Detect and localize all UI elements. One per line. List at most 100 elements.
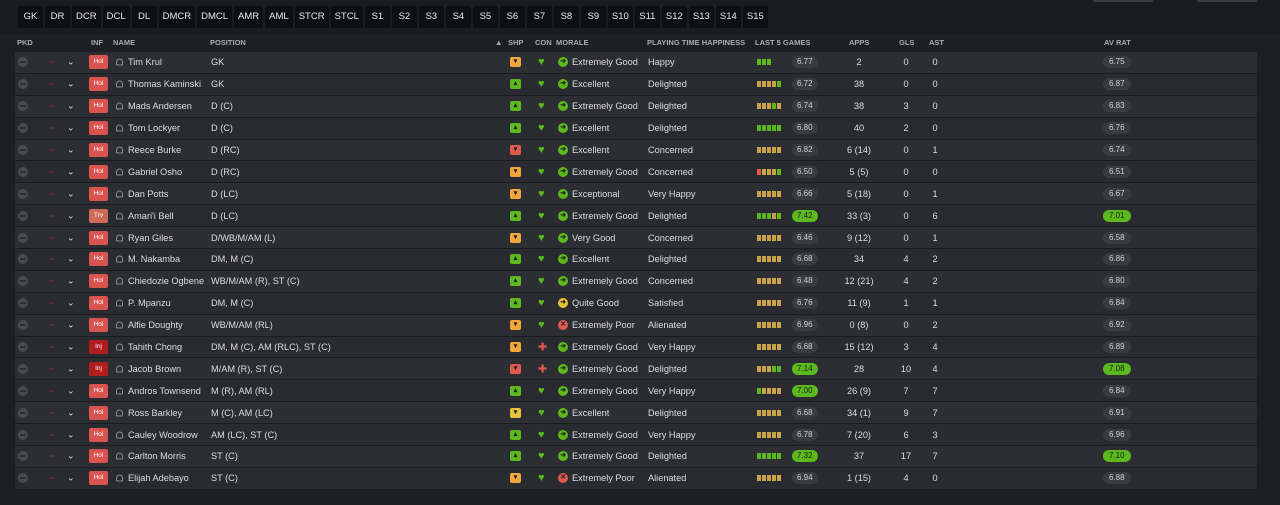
chevron-down-icon[interactable]: ⌄ — [67, 166, 75, 177]
chevron-down-icon[interactable]: ⌄ — [67, 473, 75, 484]
player-name[interactable]: Cauley Woodrow — [128, 430, 198, 440]
status-badge[interactable]: Hol — [89, 318, 108, 333]
chevron-down-icon[interactable]: ⌄ — [67, 320, 75, 331]
chevron-down-icon[interactable]: ⌄ — [67, 79, 75, 90]
penalty-taker-toggle-icon[interactable] — [18, 188, 28, 199]
position-filter-button[interactable]: STCL — [330, 6, 363, 28]
status-badge[interactable]: Hol — [89, 296, 108, 311]
position-filter-button[interactable]: S2 — [391, 6, 417, 28]
table-row[interactable]: ⌄ Hol Alfie Doughty WB/M/AM (RL) ▾ ♥ ✕ Extremel… — [15, 314, 1257, 337]
penalty-taker-toggle-icon[interactable] — [18, 298, 28, 309]
status-badge[interactable]: Hol — [89, 121, 108, 136]
chevron-down-icon[interactable]: ⌄ — [67, 123, 75, 134]
chevron-down-icon[interactable]: ⌄ — [67, 188, 75, 199]
chevron-down-icon[interactable]: ⌄ — [67, 342, 75, 353]
header-position[interactable]: POSITION — [210, 38, 246, 47]
chevron-down-icon[interactable]: ⌄ — [67, 298, 75, 309]
penalty-taker-toggle-icon[interactable] — [18, 210, 28, 221]
table-row[interactable]: ⌄ Inj Tahith Chong DM, M (C), AM (RLC), ST … — [15, 336, 1257, 359]
position-filter-button[interactable]: S7 — [526, 6, 552, 28]
player-name[interactable]: Carlton Morris — [128, 451, 186, 461]
table-row[interactable]: ⌄ Hol Cauley Woodrow AM (LC), ST (C) ▴ ♥ ➜ Extr… — [15, 424, 1257, 447]
penalty-taker-toggle-icon[interactable] — [18, 123, 28, 134]
position-filter-button[interactable]: S4 — [445, 6, 471, 28]
chevron-down-icon[interactable]: ⌄ — [67, 57, 75, 68]
status-badge[interactable]: Hol — [89, 230, 108, 245]
position-filter-button[interactable]: DR — [45, 6, 70, 28]
status-badge[interactable]: Hol — [89, 99, 108, 114]
penalty-taker-toggle-icon[interactable] — [18, 101, 28, 112]
position-filter-button[interactable]: S3 — [418, 6, 444, 28]
header-ast[interactable]: AST — [929, 38, 944, 47]
table-row[interactable]: ⌄ Hol Reece Burke D (RC) ▾ ♥ ➜ Excellent Concern… — [15, 139, 1257, 162]
player-name[interactable]: Tom Lockyer — [128, 123, 180, 133]
header-morale[interactable]: MORALE — [556, 38, 589, 47]
status-badge[interactable]: Inj — [89, 340, 108, 355]
penalty-taker-toggle-icon[interactable] — [18, 429, 28, 440]
position-filter-button[interactable]: S9 — [580, 6, 606, 28]
chevron-down-icon[interactable]: ⌄ — [67, 407, 75, 418]
table-row[interactable]: ⌄ Hol M. Nakamba DM, M (C) ▴ ♥ ➜ Excellent Delig… — [15, 249, 1257, 271]
position-filter-button[interactable]: AMR — [234, 6, 264, 28]
chevron-down-icon[interactable]: ⌄ — [67, 232, 75, 243]
position-filter-button[interactable]: DL — [131, 6, 157, 28]
penalty-taker-toggle-icon[interactable] — [18, 407, 28, 418]
penalty-taker-toggle-icon[interactable] — [18, 166, 28, 177]
player-name[interactable]: Jacob Brown — [128, 364, 181, 374]
status-badge[interactable]: Hol — [89, 143, 108, 157]
chevron-down-icon[interactable]: ⌄ — [67, 145, 75, 156]
penalty-taker-toggle-icon[interactable] — [18, 57, 28, 68]
header-pkd[interactable]: PKD — [17, 38, 33, 47]
penalty-taker-toggle-icon[interactable] — [18, 342, 28, 353]
position-filter-button[interactable]: S6 — [499, 6, 525, 28]
chevron-down-icon[interactable]: ⌄ — [67, 451, 75, 462]
player-name[interactable]: Alfie Doughty — [128, 320, 183, 330]
player-name[interactable]: Gabriel Osho — [128, 167, 182, 177]
position-filter-button[interactable]: S13 — [688, 6, 714, 28]
status-badge[interactable]: Hol — [89, 186, 108, 201]
player-name[interactable]: Ross Barkley — [128, 408, 182, 418]
status-badge[interactable]: Hol — [89, 77, 108, 92]
player-name[interactable]: Mads Andersen — [128, 101, 192, 111]
position-filter-button[interactable]: STCR — [294, 6, 329, 28]
penalty-taker-toggle-icon[interactable] — [18, 276, 28, 287]
penalty-taker-toggle-icon[interactable] — [18, 451, 28, 462]
position-filter-button[interactable]: AML — [265, 6, 293, 28]
table-row[interactable]: ⌄ Hol Chiedozie Ogbene WB/M/AM (R), ST (C) ▴… — [15, 270, 1257, 293]
table-row[interactable]: ⌄ Hol Elijah Adebayo ST (C) ▾ ♥ ✕ Extremely Poo… — [15, 467, 1257, 490]
status-badge[interactable]: Hol — [89, 383, 108, 398]
status-badge[interactable]: Inj — [89, 361, 108, 376]
player-name[interactable]: Dan Potts — [128, 189, 168, 199]
position-filter-button[interactable]: S1 — [364, 6, 390, 28]
status-badge[interactable]: Hol — [89, 164, 108, 179]
chevron-down-icon[interactable]: ⌄ — [67, 363, 75, 374]
header-gls[interactable]: GLS — [899, 38, 914, 47]
chevron-down-icon[interactable]: ⌄ — [67, 254, 75, 265]
player-name[interactable]: Ryan Giles — [128, 233, 173, 243]
player-name[interactable]: Thomas Kaminski — [128, 79, 201, 89]
table-row[interactable]: ⌄ Hol P. Mpanzu DM, M (C) ▴ ♥ ➜ Quite Good Satis… — [15, 292, 1257, 315]
table-row[interactable]: ⌄ Hol Gabriel Osho D (RC) ▾ ♥ ➜ Extremely Good C… — [15, 161, 1257, 184]
penalty-taker-toggle-icon[interactable] — [18, 385, 28, 396]
status-badge[interactable]: Hol — [89, 252, 108, 267]
position-filter-button[interactable]: GK — [18, 6, 43, 28]
position-filter-button[interactable]: S5 — [472, 6, 498, 28]
table-row[interactable]: ⌄ Inj Jacob Brown M/AM (R), ST (C) ▾ ✚ ➜ Extrem… — [15, 358, 1257, 381]
position-filter-button[interactable]: S12 — [661, 6, 687, 28]
header-last-5-games[interactable]: LAST 5 GAMES — [755, 38, 810, 47]
table-row[interactable]: ⌄ Hol Tom Lockyer D (C) ▴ ♥ ➜ Excellent Delighte… — [15, 117, 1257, 140]
table-row[interactable]: ⌄ Hol Ross Barkley M (C), AM (LC) ▾ ♥ ➜ Excelle… — [15, 402, 1257, 425]
status-badge[interactable]: Hol — [89, 274, 108, 289]
penalty-taker-toggle-icon[interactable] — [18, 145, 28, 155]
player-name[interactable]: Elijah Adebayo — [128, 473, 189, 483]
player-name[interactable]: Chiedozie Ogbene — [128, 276, 204, 286]
status-badge[interactable]: Hol — [89, 55, 108, 70]
chevron-down-icon[interactable]: ⌄ — [67, 429, 75, 440]
header-av-rat[interactable]: AV RAT — [1104, 38, 1131, 47]
table-row[interactable]: ⌄ Hol Mads Andersen D (C) ▴ ♥ ➜ Extremely Good D… — [15, 95, 1257, 118]
penalty-taker-toggle-icon[interactable] — [18, 79, 28, 90]
player-name[interactable]: M. Nakamba — [128, 254, 180, 264]
penalty-taker-toggle-icon[interactable] — [18, 320, 28, 331]
status-badge[interactable]: Hol — [89, 471, 108, 486]
header-name[interactable]: NAME — [113, 38, 135, 47]
